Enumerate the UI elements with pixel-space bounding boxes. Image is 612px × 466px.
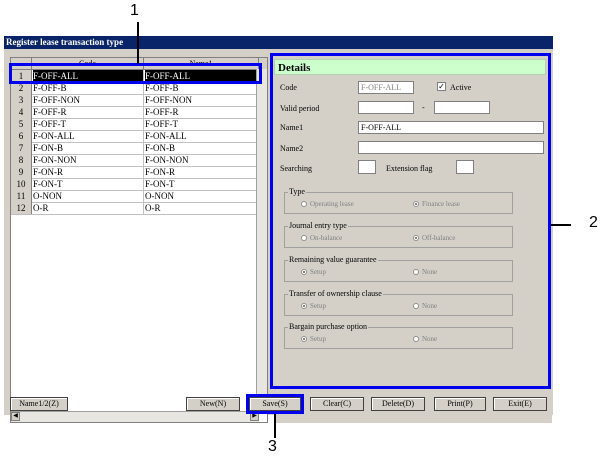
window-title: Register lease transaction type: [4, 36, 553, 49]
scroll-left-arrow-icon[interactable]: ◀: [11, 412, 20, 421]
clear-button[interactable]: Clear(C): [310, 397, 364, 411]
table-row[interactable]: 12 O-R O-R: [11, 202, 259, 215]
new-button[interactable]: New(N): [186, 397, 240, 411]
row-number[interactable]: 7: [11, 142, 32, 154]
code-cell[interactable]: O-R: [33, 202, 144, 214]
row-number[interactable]: 3: [11, 94, 32, 106]
callout-line-3: [274, 414, 276, 438]
callout-line-1: [137, 22, 139, 64]
row-number[interactable]: 11: [11, 190, 32, 202]
row-number[interactable]: 8: [11, 154, 32, 166]
code-cell[interactable]: F-ON-T: [33, 178, 144, 190]
name1-cell[interactable]: F-ON-ALL: [145, 130, 257, 142]
code-cell[interactable]: F-OFF-NON: [33, 94, 144, 106]
callout-number-3: 3: [268, 438, 277, 455]
row-number[interactable]: 4: [11, 106, 32, 118]
name1-cell[interactable]: F-ON-R: [145, 166, 257, 178]
name1-cell[interactable]: F-OFF-NON: [145, 94, 257, 106]
name1-cell[interactable]: F-OFF-T: [145, 118, 257, 130]
callout-box-1: [9, 63, 262, 84]
callout-box-2: [270, 53, 551, 389]
callout-number-2: 2: [589, 214, 598, 231]
delete-button[interactable]: Delete(D): [371, 397, 425, 411]
name1-cell[interactable]: F-ON-T: [145, 178, 257, 190]
name1-cell[interactable]: F-ON-NON: [145, 154, 257, 166]
print-button[interactable]: Print(P): [434, 397, 486, 411]
name1-cell[interactable]: O-R: [145, 202, 257, 214]
row-number[interactable]: 5: [11, 118, 32, 130]
callout-line-2: [551, 224, 571, 226]
exit-button[interactable]: Exit(E): [493, 397, 547, 411]
row-number[interactable]: 9: [11, 166, 32, 178]
code-cell[interactable]: F-ON-B: [33, 142, 144, 154]
code-cell[interactable]: F-OFF-T: [33, 118, 144, 130]
callout-number-1: 1: [130, 2, 139, 19]
code-cell[interactable]: F-ON-NON: [33, 154, 144, 166]
grid-horizontal-scrollbar[interactable]: ◀ ▶: [11, 411, 259, 422]
name-toggle-button[interactable]: Name1/2(Z): [10, 397, 68, 411]
row-number[interactable]: 10: [11, 178, 32, 190]
name1-cell[interactable]: F-OFF-R: [145, 106, 257, 118]
code-cell[interactable]: O-NON: [33, 190, 144, 202]
name1-cell[interactable]: O-NON: [145, 190, 257, 202]
name1-cell[interactable]: F-ON-B: [145, 142, 257, 154]
row-number[interactable]: 12: [11, 202, 32, 214]
lease-type-grid[interactable]: Code Name1 1 F-OFF-ALL F-OFF-ALL 2 F-OFF-B F-…: [10, 57, 268, 423]
grid-vertical-scrollbar[interactable]: ▼: [256, 69, 267, 412]
code-cell[interactable]: F-ON-ALL: [33, 130, 144, 142]
code-cell[interactable]: F-ON-R: [33, 166, 144, 178]
code-cell[interactable]: F-OFF-R: [33, 106, 144, 118]
row-number[interactable]: 6: [11, 130, 32, 142]
callout-box-3: [246, 394, 304, 414]
